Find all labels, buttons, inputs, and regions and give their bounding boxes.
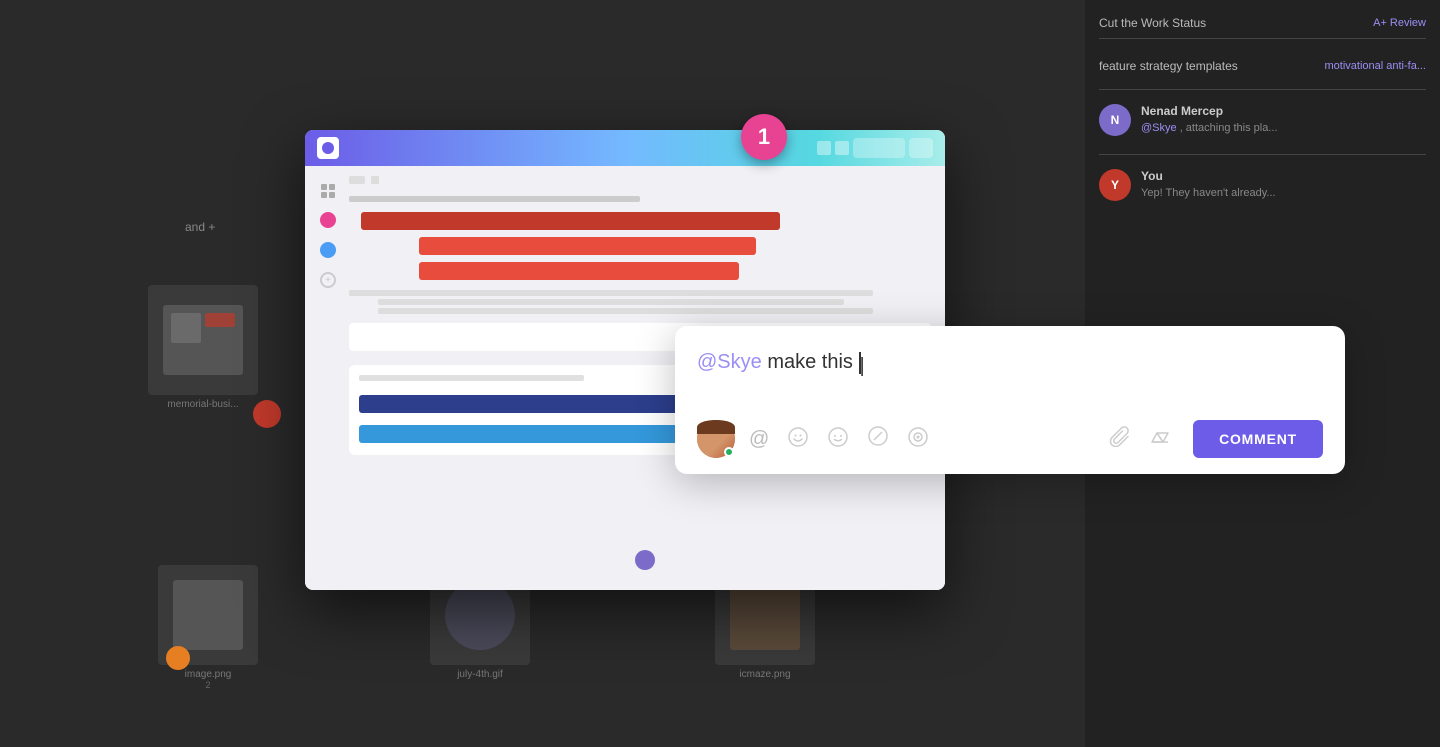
bg-avatar-memorial [253, 400, 281, 428]
right-panel-badge3: motivational anti-fa... [1325, 60, 1427, 72]
comment-mention: @Skye [697, 351, 762, 373]
july-label: july-4th.gif [457, 669, 503, 680]
divider-2 [1099, 89, 1426, 90]
red-bar-1 [361, 212, 780, 230]
sc-avatar-row [635, 550, 655, 570]
sc-logo [317, 137, 339, 159]
commenter-text-you: Yep! They haven't already... [1141, 186, 1276, 201]
divider-3 [1099, 154, 1426, 155]
sc-dot-grid [321, 184, 335, 198]
red-bar-2 [419, 237, 757, 255]
sc-left-sidebar: + [319, 176, 337, 580]
number-badge: 1 [741, 114, 787, 160]
commenter-name-nenad: Nenad Mercep [1141, 104, 1278, 118]
sc-top-bar [349, 176, 931, 184]
drive-icon[interactable] [1149, 426, 1171, 453]
image-png-label: image.png [185, 669, 232, 680]
at-icon[interactable]: @ [749, 428, 769, 451]
bg-thumbnail-image-png: image.png 2 [158, 565, 258, 690]
comment-popup: @Skye make this | @ [675, 326, 1345, 474]
lightbox-container: + [305, 130, 955, 605]
icmaze-label: icmaze.png [739, 669, 790, 680]
comment-text-area[interactable]: @Skye make this | [697, 348, 1323, 398]
sc-toolbar [817, 138, 933, 158]
page-count-label: 2 [205, 680, 210, 690]
screenshot-header [305, 130, 945, 166]
commenter-name-you: You [1141, 169, 1276, 183]
right-panel-title1: Cut the Work Status [1099, 16, 1206, 30]
memorial-label: memorial-busi... [167, 399, 238, 410]
right-panel-badge1: A+ Review [1373, 17, 1426, 29]
bg-top-tag: and + [185, 220, 215, 234]
comment-footer: @ [697, 420, 1323, 458]
emoji-tag-icon[interactable] [787, 426, 809, 453]
right-panel-header1: Cut the Work Status A+ Review [1099, 16, 1426, 30]
mention-skye-nenad: @Skye [1141, 122, 1177, 134]
avatar-nenad: N [1099, 104, 1131, 136]
cursor: | [859, 352, 861, 374]
right-panel-title3: feature strategy templates [1099, 59, 1238, 73]
attach-icon[interactable] [1109, 425, 1131, 453]
smiley-icon[interactable] [827, 426, 849, 453]
comment-icons-group[interactable]: @ [749, 425, 929, 453]
divider-1 [1099, 38, 1426, 39]
comment-item-nenad: N Nenad Mercep @Skye , attaching this pl… [1099, 104, 1426, 136]
bg-avatar-img [166, 646, 190, 670]
online-dot [724, 447, 734, 457]
sc-dot-blue [320, 242, 336, 258]
comment-content-nenad: Nenad Mercep @Skye , attaching this pla.… [1141, 104, 1278, 136]
comment-button[interactable]: COMMENT [1193, 420, 1323, 458]
commenter-text-nenad: @Skye , attaching this pla... [1141, 121, 1278, 136]
right-panel-entry3: feature strategy templates motivational … [1099, 59, 1426, 73]
comment-text-nenad: , attaching this pla... [1180, 122, 1278, 134]
sc-dot-red [320, 212, 336, 228]
red-bar-3 [419, 262, 739, 280]
target-icon[interactable] [907, 426, 929, 453]
comment-body-text: make this [767, 351, 858, 373]
comment-content-you: You Yep! They haven't already... [1141, 169, 1276, 201]
comment-item-you: Y You Yep! They haven't already... [1099, 169, 1426, 201]
commenter-avatar [697, 420, 735, 458]
slash-icon[interactable] [867, 425, 889, 453]
sc-dot-plus: + [320, 272, 336, 288]
avatar-you: Y [1099, 169, 1131, 201]
bg-thumbnail-memorial: memorial-busi... [148, 285, 258, 410]
